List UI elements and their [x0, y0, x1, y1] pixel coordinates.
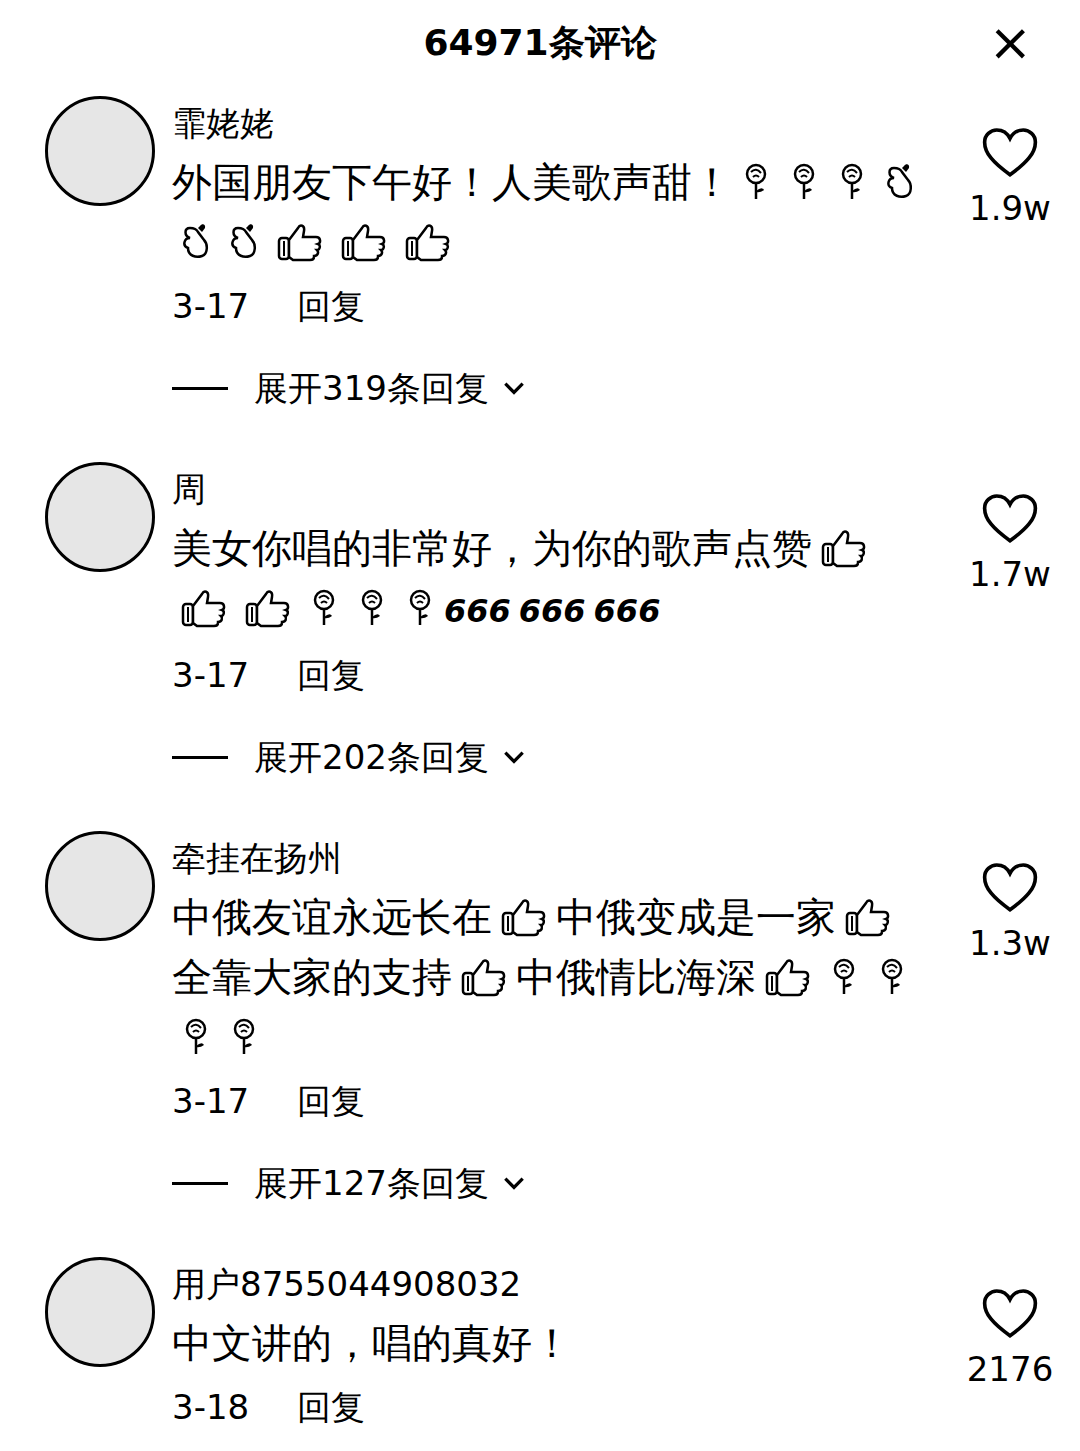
- expand-replies[interactable]: 展开202条回复: [172, 733, 938, 781]
- reply-button[interactable]: 回复: [297, 651, 365, 699]
- chevron-down-icon: [501, 744, 527, 770]
- thumbs-up-icon: [176, 588, 232, 628]
- text-segment: 中俄情比海深: [516, 954, 756, 1000]
- expand-line: [172, 1182, 228, 1185]
- header: 64971条评论 ×: [0, 0, 1080, 86]
- thumbs-up-icon: [336, 222, 392, 262]
- comment-date: 3-17: [172, 282, 249, 330]
- reply-button[interactable]: 回复: [297, 1383, 365, 1431]
- avatar[interactable]: [45, 462, 155, 572]
- username[interactable]: 牵挂在扬州: [172, 835, 938, 881]
- rose-icon: [784, 162, 824, 202]
- comment-meta: 3-18 回复: [172, 1383, 938, 1431]
- thumbs-up-icon: [840, 897, 896, 937]
- rose-icon: [872, 957, 912, 997]
- expand-replies[interactable]: 展开127条回复: [172, 1159, 938, 1207]
- comment-body: 周美女你唱的非常好，为你的歌声点赞6666666663-17回复展开202条回复: [172, 462, 938, 781]
- like-heart-icon: [981, 1287, 1039, 1341]
- avatar[interactable]: [45, 831, 155, 941]
- like-count: 1.9w: [969, 186, 1051, 230]
- thumbs-up-icon: [272, 222, 328, 262]
- username[interactable]: 周: [172, 466, 938, 512]
- comment-list: 霏姥姥外国朋友下午好！人美歌声甜！3-17回复展开319条回复1.9w周美女你唱…: [0, 86, 1080, 1451]
- heart-hand-icon: [880, 162, 920, 202]
- heart-hand-icon: [176, 222, 216, 262]
- comment-body: 用户8755044908032 中文讲的，唱的真好！ 3-18 回复: [172, 1257, 938, 1431]
- text-segment: 中俄友谊永远长在: [172, 894, 492, 940]
- rose-icon: [352, 588, 392, 628]
- like-heart-icon: [981, 126, 1039, 180]
- chevron-down-icon: [501, 375, 527, 401]
- comment-date: 3-17: [172, 1077, 249, 1125]
- close-button[interactable]: ×: [988, 16, 1032, 68]
- username[interactable]: 霏姥姥: [172, 100, 938, 146]
- like-count: 2176: [967, 1347, 1054, 1391]
- comment-body: 霏姥姥外国朋友下午好！人美歌声甜！ 3-17 回复展开319条回复: [172, 96, 938, 412]
- comment-count-title: 64971条评论: [423, 19, 656, 68]
- comment-meta: 3-17 回复: [172, 651, 938, 699]
- like-count: 1.3w: [969, 921, 1051, 965]
- like-button[interactable]: 1.7w: [955, 462, 1065, 781]
- text-segment: 美女你唱的非常好，为你的歌声点赞: [172, 525, 812, 571]
- comment-meta: 3-17 回复: [172, 282, 938, 330]
- text-segment: 中俄变成是一家: [556, 894, 836, 940]
- comment-date: 3-17: [172, 651, 249, 699]
- expand-replies[interactable]: 展开319条回复: [172, 364, 938, 412]
- thumbs-up-icon: [400, 222, 456, 262]
- rose-icon: [224, 1017, 264, 1057]
- avatar[interactable]: [45, 1257, 155, 1367]
- expand-replies-label: 展开127条回复: [254, 1159, 489, 1207]
- expand-replies-label: 展开319条回复: [254, 364, 489, 412]
- expand-replies-label: 展开202条回复: [254, 733, 489, 781]
- like-button[interactable]: 1.3w: [955, 831, 1065, 1207]
- comment-panel: 64971条评论×霏姥姥外国朋友下午好！人美歌声甜！3-17回复展开319条回复…: [0, 0, 1080, 1451]
- comment-item: 霏姥姥外国朋友下午好！人美歌声甜！ 3-17 回复展开319条回复 1.9w: [0, 86, 1080, 452]
- text-segment: 外国朋友下午好！人美歌声甜！: [172, 159, 732, 205]
- chevron-down-icon: [501, 1170, 527, 1196]
- thumbs-up-icon: [496, 897, 552, 937]
- username[interactable]: 用户8755044908032: [172, 1261, 938, 1307]
- rose-icon: [832, 162, 872, 202]
- text-segment: 中文讲的，唱的真好！: [172, 1320, 572, 1366]
- rose-icon: [824, 957, 864, 997]
- reply-button[interactable]: 回复: [297, 282, 365, 330]
- thumbs-up-icon: [240, 588, 296, 628]
- sticker-666: 666: [594, 592, 661, 630]
- expand-line: [172, 756, 228, 759]
- like-heart-icon: [981, 492, 1039, 546]
- heart-hand-icon: [224, 222, 264, 262]
- expand-line: [172, 387, 228, 390]
- comment-meta: 3-17 回复: [172, 1077, 938, 1125]
- rose-icon: [736, 162, 776, 202]
- sticker-666: 666: [519, 592, 586, 630]
- comment-text: 中俄友谊永远长在 中俄变成是一家全靠大家的支持 中俄情比海深: [172, 887, 938, 1067]
- like-button[interactable]: 2176: [955, 1257, 1065, 1431]
- comment-text: 美女你唱的非常好，为你的歌声点赞666666666: [172, 518, 938, 641]
- reply-button[interactable]: 回复: [297, 1077, 365, 1125]
- comment-item: 用户8755044908032 中文讲的，唱的真好！ 3-18 回复 2176: [0, 1247, 1080, 1451]
- comment-date: 3-18: [172, 1383, 249, 1431]
- comment-item: 周美女你唱的非常好，为你的歌声点赞6666666663-17回复展开202条回复…: [0, 452, 1080, 821]
- rose-icon: [176, 1017, 216, 1057]
- thumbs-up-icon: [456, 957, 512, 997]
- comment-item: 牵挂在扬州中俄友谊永远长在 中俄变成是一家全靠大家的支持 中俄情比海深 3-17 回复展…: [0, 821, 1080, 1247]
- like-count: 1.7w: [969, 552, 1051, 596]
- rose-icon: [304, 588, 344, 628]
- sticker-666: 666: [444, 592, 511, 630]
- comment-text: 外国朋友下午好！人美歌声甜！: [172, 152, 938, 272]
- thumbs-up-icon: [760, 957, 816, 997]
- like-button[interactable]: 1.9w: [955, 96, 1065, 412]
- comment-body: 牵挂在扬州中俄友谊永远长在 中俄变成是一家全靠大家的支持 中俄情比海深 3-17 回复展…: [172, 831, 938, 1207]
- rose-icon: [400, 588, 440, 628]
- like-heart-icon: [981, 861, 1039, 915]
- comment-text: 中文讲的，唱的真好！: [172, 1313, 938, 1373]
- text-segment: 全靠大家的支持: [172, 954, 452, 1000]
- thumbs-up-icon: [816, 528, 872, 568]
- avatar[interactable]: [45, 96, 155, 206]
